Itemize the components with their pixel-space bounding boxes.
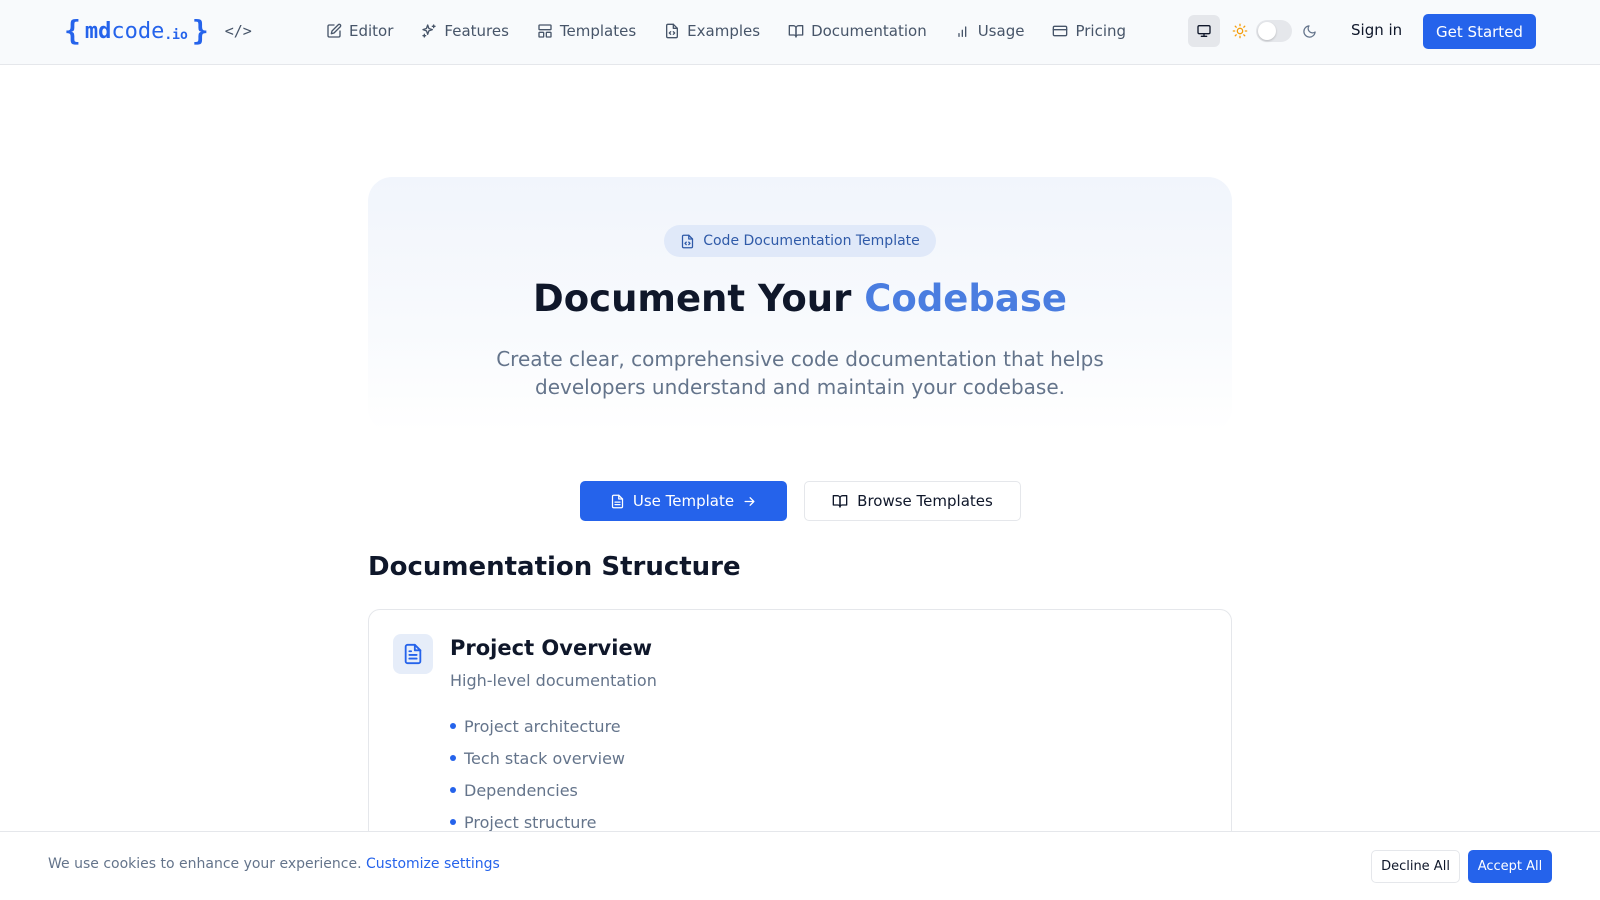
book-open-icon <box>832 495 848 508</box>
list-item: Dependencies <box>450 774 625 806</box>
bullet-dot <box>450 755 456 761</box>
book-open-icon <box>788 25 804 38</box>
hero-subtitle: Create clear, comprehensive code documen… <box>496 347 1104 399</box>
list-item: Tech stack overview <box>450 742 625 774</box>
browse-templates-button[interactable]: Browse Templates <box>804 481 1021 521</box>
arrow-right-icon <box>744 496 755 506</box>
system-theme-button[interactable] <box>1188 15 1220 47</box>
file-code-icon <box>666 23 679 39</box>
decline-all-button[interactable]: Decline All <box>1371 850 1460 883</box>
monitor-icon <box>1197 24 1211 37</box>
site-header: { md code .io } </> Editor Features Temp… <box>0 0 1600 65</box>
toggle-knob <box>1258 22 1276 40</box>
badge-label: Code Documentation Template <box>703 233 920 249</box>
cookie-message: We use cookies to enhance your experienc… <box>48 856 500 872</box>
logo[interactable]: { md code .io } </> <box>64 14 252 48</box>
bullet-dot <box>450 723 456 729</box>
edit-icon <box>327 23 342 38</box>
nav-item-documentation[interactable]: Documentation <box>788 22 927 40</box>
bar-chart-icon <box>958 26 967 37</box>
nav-item-features[interactable]: Features <box>421 22 509 40</box>
list-item-label: Dependencies <box>464 780 578 800</box>
section-title: Documentation Structure <box>368 552 741 582</box>
logo-code: code <box>111 18 165 44</box>
sun-icon <box>1232 23 1248 39</box>
sign-in-link[interactable]: Sign in <box>1351 21 1402 39</box>
nav-label: Examples <box>687 22 761 40</box>
theme-switcher <box>1188 15 1317 47</box>
cookie-banner: We use cookies to enhance your experienc… <box>0 831 1600 900</box>
file-text-icon <box>404 643 422 665</box>
logo-brace-close: } <box>191 14 209 47</box>
customize-settings-link[interactable]: Customize settings <box>366 856 500 872</box>
accept-all-button[interactable]: Accept All <box>1468 850 1552 883</box>
use-template-button[interactable]: Use Template <box>580 481 787 521</box>
logo-md: md <box>84 18 112 44</box>
template-badge: Code Documentation Template <box>664 225 936 257</box>
use-template-label: Use Template <box>632 492 735 510</box>
card-list: Project architecture Tech stack overview… <box>450 710 625 838</box>
nav-label: Editor <box>349 22 394 40</box>
cta-group: Use Template Browse Templates <box>580 481 1021 521</box>
nav-label: Features <box>444 22 509 40</box>
title-main: Document Your <box>533 277 865 320</box>
nav-label: Pricing <box>1075 22 1127 40</box>
list-item-label: Project architecture <box>464 716 621 736</box>
logo-code-tag: </> <box>224 22 252 40</box>
logo-brace-open: { <box>64 14 81 47</box>
nav-item-examples[interactable]: Examples <box>664 22 760 40</box>
title-accent: Codebase <box>864 277 1067 320</box>
nav-item-pricing[interactable]: Pricing <box>1052 22 1126 40</box>
list-item-label: Project structure <box>464 812 597 832</box>
file-text-icon <box>611 494 623 508</box>
sparkles-icon <box>422 24 437 38</box>
logo-tld: .io <box>164 27 188 43</box>
nav-item-templates[interactable]: Templates <box>537 22 636 40</box>
card-subtitle: High-level documentation <box>450 671 657 690</box>
list-item-label: Tech stack overview <box>464 748 626 768</box>
browse-templates-label: Browse Templates <box>857 492 993 510</box>
nav-label: Usage <box>977 22 1025 40</box>
page-title: Document Your Codebase <box>368 278 1232 320</box>
nav-item-editor[interactable]: Editor <box>326 22 393 40</box>
get-started-button[interactable]: Get Started <box>1423 14 1536 49</box>
credit-card-icon <box>1053 25 1068 37</box>
nav-label: Templates <box>559 22 637 40</box>
moon-icon <box>1302 24 1317 39</box>
layout-icon <box>538 24 552 38</box>
file-code-icon <box>682 234 694 248</box>
card-title: Project Overview <box>450 636 653 660</box>
nav-label: Documentation <box>811 22 927 40</box>
cookie-text: We use cookies to enhance your experienc… <box>48 856 362 872</box>
bullet-dot <box>450 787 456 793</box>
card-icon-wrap <box>393 634 433 674</box>
nav-item-usage[interactable]: Usage <box>955 22 1025 40</box>
bullet-dot <box>450 819 456 825</box>
dark-mode-toggle[interactable] <box>1256 20 1292 42</box>
list-item: Project architecture <box>450 710 625 742</box>
main-nav: Editor Features Templates Examples Docum… <box>326 18 1126 44</box>
